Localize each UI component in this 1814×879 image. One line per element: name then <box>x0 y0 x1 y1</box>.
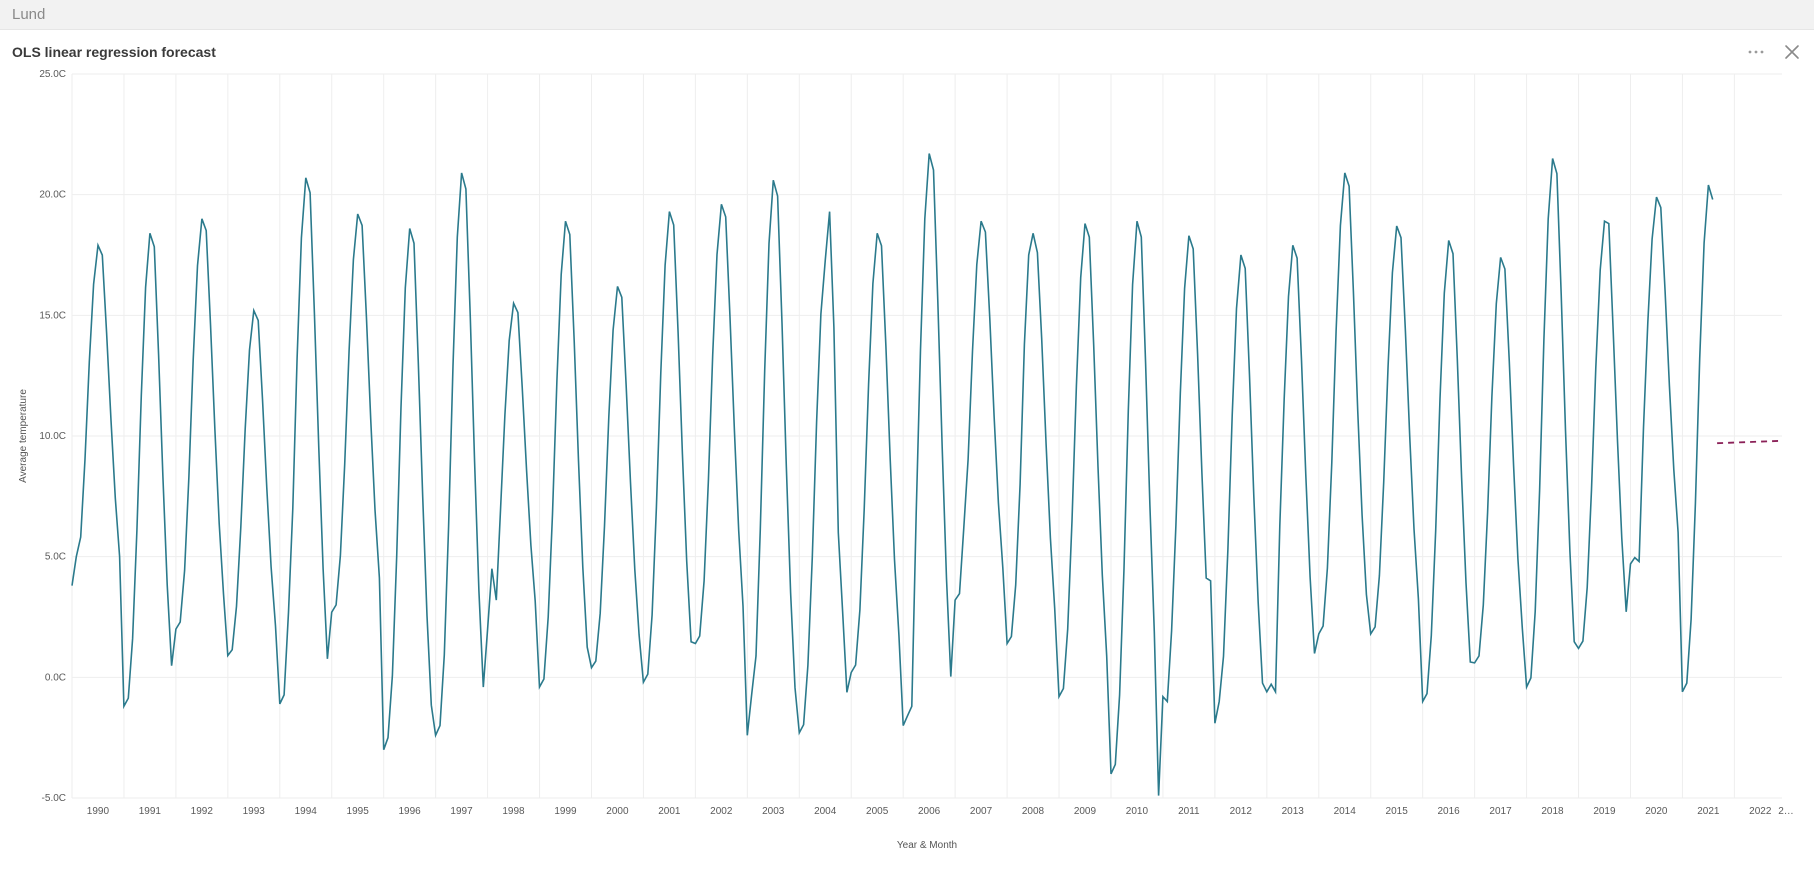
svg-text:15.0C: 15.0C <box>39 310 66 321</box>
svg-text:1998: 1998 <box>502 806 525 817</box>
svg-text:2014: 2014 <box>1334 806 1357 817</box>
card-actions <box>1746 42 1802 62</box>
svg-text:2018: 2018 <box>1541 806 1564 817</box>
svg-text:-5.0C: -5.0C <box>42 793 66 804</box>
svg-text:2002: 2002 <box>710 806 733 817</box>
svg-text:2011: 2011 <box>1178 806 1200 817</box>
page-title: Lund <box>12 6 45 23</box>
svg-text:2012: 2012 <box>1230 806 1253 817</box>
svg-text:2005: 2005 <box>866 806 889 817</box>
svg-text:2010: 2010 <box>1126 806 1149 817</box>
svg-text:1997: 1997 <box>450 806 473 817</box>
svg-text:20.0C: 20.0C <box>39 190 66 201</box>
chart-area: 25.0C 20.0C 15.0C 10.0C 5.0C 0.0C -5.0C 1990 199… <box>12 66 1802 875</box>
svg-text:1999: 1999 <box>554 806 577 817</box>
close-icon[interactable] <box>1782 42 1802 62</box>
svg-text:1992: 1992 <box>191 806 214 817</box>
svg-text:10.0C: 10.0C <box>39 431 66 442</box>
series-historical <box>72 154 1713 796</box>
svg-text:1991: 1991 <box>139 806 162 817</box>
svg-text:1990: 1990 <box>87 806 110 817</box>
svg-text:2019: 2019 <box>1593 806 1616 817</box>
svg-text:2…: 2… <box>1778 806 1794 817</box>
y-axis-label: Average temperature <box>18 389 29 483</box>
svg-text:2017: 2017 <box>1489 806 1512 817</box>
svg-text:1993: 1993 <box>243 806 266 817</box>
card-header: OLS linear regression forecast <box>12 38 1802 66</box>
svg-text:2004: 2004 <box>814 806 837 817</box>
svg-text:2008: 2008 <box>1022 806 1045 817</box>
svg-text:1994: 1994 <box>295 806 318 817</box>
more-icon[interactable] <box>1746 42 1766 62</box>
svg-text:2007: 2007 <box>970 806 993 817</box>
svg-text:2001: 2001 <box>658 806 681 817</box>
svg-text:1995: 1995 <box>347 806 370 817</box>
x-axis-label: Year & Month <box>897 840 957 851</box>
series-forecast <box>1717 441 1782 443</box>
svg-text:0.0C: 0.0C <box>45 672 66 683</box>
svg-text:2000: 2000 <box>606 806 629 817</box>
svg-text:2013: 2013 <box>1282 806 1305 817</box>
svg-text:25.0C: 25.0C <box>39 69 66 80</box>
svg-text:2006: 2006 <box>918 806 941 817</box>
svg-text:2020: 2020 <box>1645 806 1668 817</box>
svg-text:1996: 1996 <box>398 806 421 817</box>
svg-text:5.0C: 5.0C <box>45 552 66 563</box>
chart-card: OLS linear regression forecast 25.0C 20.0… <box>0 30 1814 879</box>
svg-text:2021: 2021 <box>1697 806 1720 817</box>
page-header: Lund <box>0 0 1814 30</box>
svg-text:2022: 2022 <box>1749 806 1772 817</box>
svg-text:2015: 2015 <box>1386 806 1409 817</box>
svg-text:2009: 2009 <box>1074 806 1097 817</box>
svg-text:2016: 2016 <box>1437 806 1460 817</box>
svg-text:2003: 2003 <box>762 806 785 817</box>
line-chart: 25.0C 20.0C 15.0C 10.0C 5.0C 0.0C -5.0C 1990 199… <box>12 66 1802 856</box>
chart-title: OLS linear regression forecast <box>12 44 216 60</box>
